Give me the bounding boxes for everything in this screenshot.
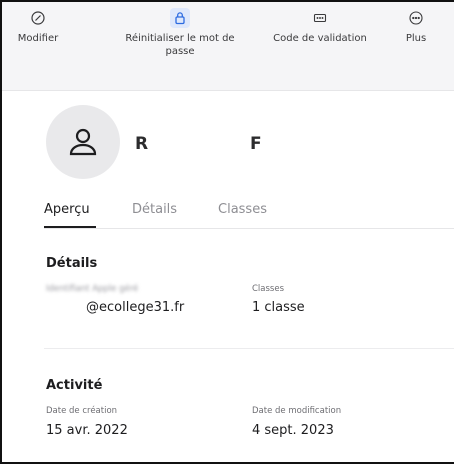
activity-title: Activité [46,378,103,393]
reset-password-button[interactable]: Réinitialiser le mot de passe [118,2,242,58]
details-title: Détails [46,256,98,271]
slash-circle-icon [28,8,48,28]
more-button[interactable]: Plus [396,2,436,45]
avatar [46,105,120,179]
modify-label: Modifier [17,33,59,44]
tab-divider [44,228,454,229]
toolbar-divider [2,90,454,91]
section-divider [44,348,454,349]
created-date-label: Date de création [46,406,118,416]
managed-apple-id-label: Identifiant Apple géré [46,284,139,294]
lock-icon [170,8,190,28]
created-date-value: 15 avr. 2022 [46,423,128,438]
more-label: Plus [405,33,427,44]
modified-date-value: 4 sept. 2023 [252,423,334,438]
classes-label: Classes [252,284,285,294]
modified-date-label: Date de modification [252,406,342,416]
keypad-icon [310,8,330,28]
validation-code-label: Code de validation [273,33,367,44]
reset-password-label: Réinitialiser le mot de passe [125,33,235,57]
profile-first-name: R [135,134,149,154]
managed-apple-id-value: @ecollege31.fr [86,300,185,315]
validation-code-button[interactable]: Code de validation [264,2,376,45]
tab-overview[interactable]: Aperçu [44,202,90,217]
modify-button[interactable]: Modifier [12,2,64,45]
classes-value: 1 classe [252,300,305,315]
tab-classes[interactable]: Classes [218,202,267,217]
ellipsis-circle-icon [406,8,426,28]
profile-last-name: F [250,134,262,154]
person-icon [69,128,97,156]
tab-details[interactable]: Détails [132,202,177,217]
toolbar: Modifier Réinitialiser le mot de passe C… [2,2,454,90]
